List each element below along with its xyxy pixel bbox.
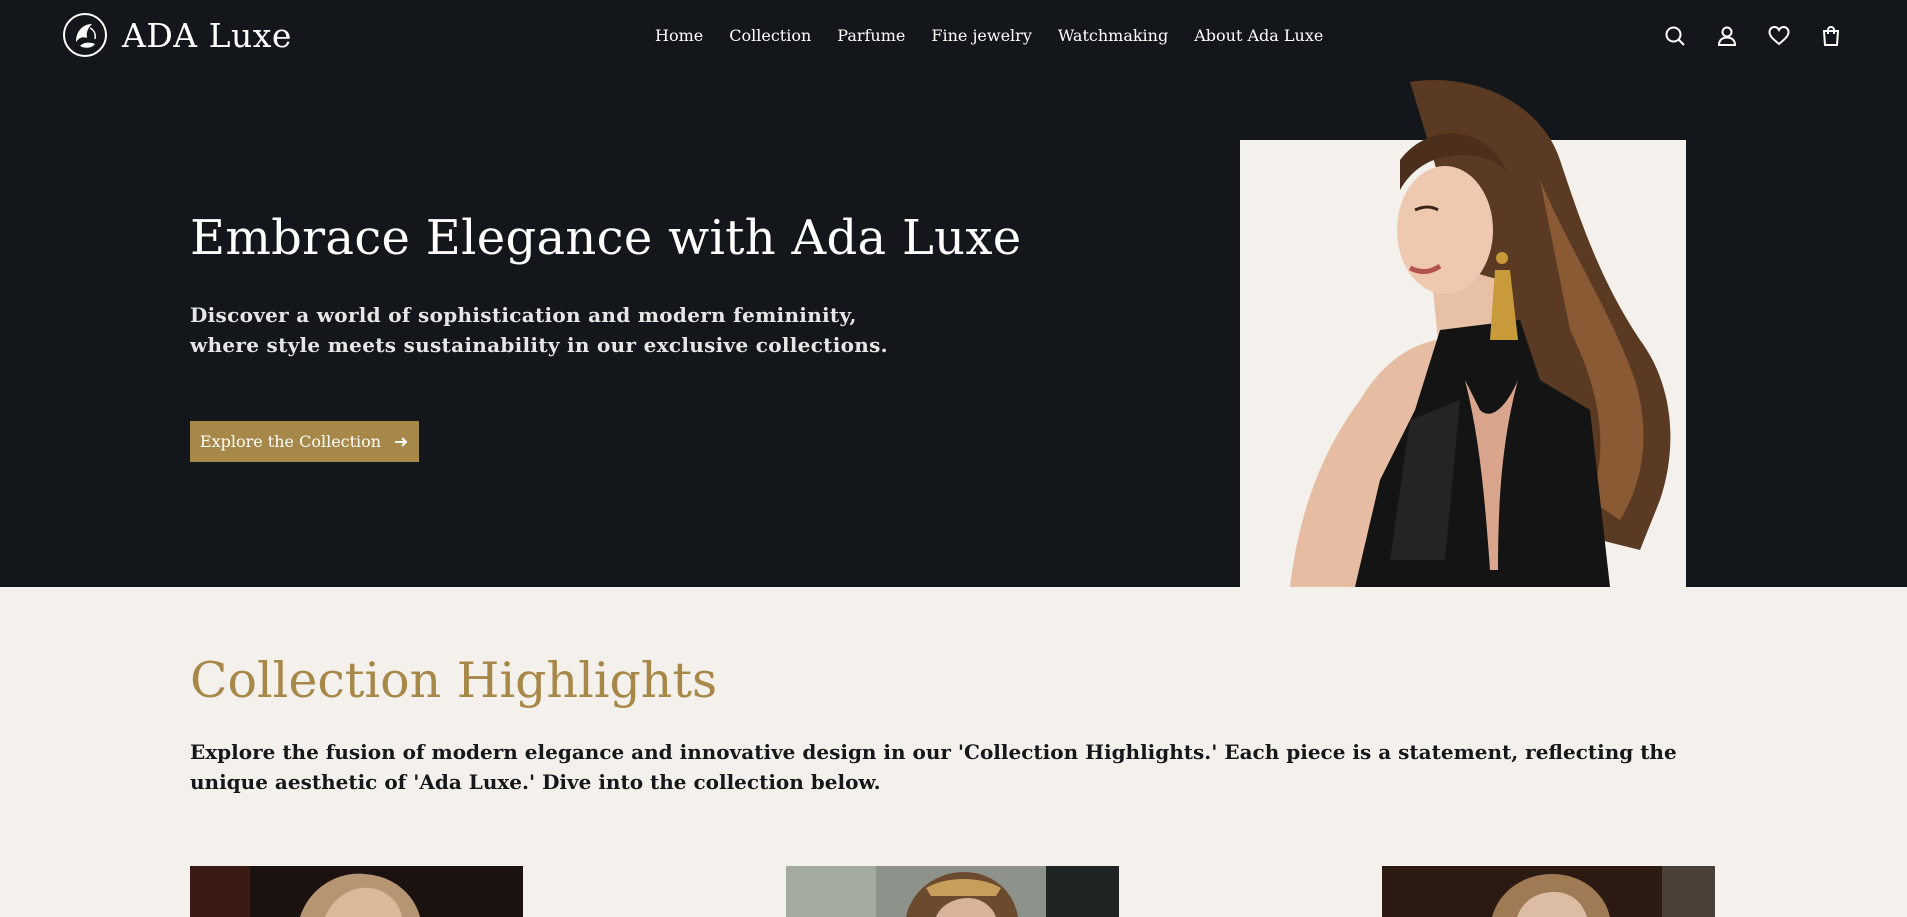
nav-watchmaking[interactable]: Watchmaking [1058, 26, 1168, 45]
hero-subtitle: Discover a world of sophistication and m… [190, 303, 888, 357]
collection-card-2[interactable] [786, 866, 1119, 917]
explore-collection-button[interactable]: Explore the Collection [190, 421, 419, 462]
shopping-bag-icon[interactable] [1819, 24, 1843, 48]
collection-card-1-image [190, 866, 523, 917]
collection-card-1[interactable] [190, 866, 523, 917]
user-icon[interactable] [1715, 24, 1739, 48]
heart-icon[interactable] [1767, 24, 1791, 48]
nav-fine-jewelry[interactable]: Fine jewelry [931, 26, 1031, 45]
nav-about[interactable]: About Ada Luxe [1194, 26, 1323, 45]
brand-logo[interactable]: ADA Luxe [62, 12, 292, 58]
brand-name: ADA Luxe [122, 15, 292, 55]
highlights-title: Collection Highlights [190, 652, 718, 709]
site-header: ADA Luxe Home Collection Parfume Fine je… [0, 0, 1907, 78]
explore-collection-label: Explore the Collection [199, 432, 382, 451]
header-actions [1663, 24, 1843, 48]
collection-card-3[interactable] [1382, 866, 1715, 917]
search-icon[interactable] [1663, 24, 1687, 48]
collection-card-2-image [786, 866, 1119, 917]
nav-home[interactable]: Home [655, 26, 703, 45]
flower-emblem-icon [63, 13, 107, 57]
arrow-right-icon [395, 436, 408, 447]
highlights-description: Explore the fusion of modern elegance an… [190, 740, 1677, 794]
nav-parfume[interactable]: Parfume [837, 26, 905, 45]
hero-portrait-image [1290, 80, 1671, 587]
hero-title: Embrace Elegance with Ada Luxe [190, 210, 1022, 266]
main-nav: Home Collection Parfume Fine jewelry Wat… [655, 26, 1323, 45]
nav-collection[interactable]: Collection [729, 26, 811, 45]
collection-card-3-image [1382, 866, 1715, 917]
